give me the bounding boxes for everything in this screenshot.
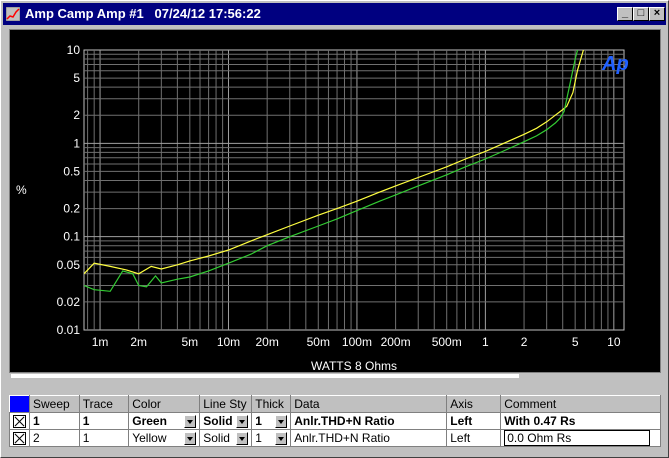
x-tick-label: 10m [217,335,240,349]
line-style-select[interactable]: Solid [199,429,253,447]
y-tick-label: 0.02 [57,295,81,309]
chevron-down-icon[interactable] [184,415,197,429]
legend-row[interactable]: 1 1 Green Solid 1 Anlr.THD+N Ratio Left … [9,412,661,430]
close-button[interactable]: × [649,7,665,21]
color-value: Yellow [132,430,167,445]
x-tick-label: 2m [130,335,147,349]
color-select[interactable]: Green [128,412,201,430]
header-sweep[interactable]: Sweep [29,395,80,413]
close-icon [13,432,26,446]
trace-cell[interactable]: 1 [78,429,130,447]
x-tick-label: 5 [572,335,579,349]
x-tick-label: 2 [521,335,528,349]
x-tick-label: 500m [432,335,462,349]
line-style-value: Solid [203,413,233,428]
y-tick-label: 0.05 [57,258,81,272]
y-tick-label: 10 [67,43,81,57]
sweep-legend-table: Sweep Trace Color Line Sty Thick Data Ax… [9,395,661,447]
comment-cell[interactable]: With 0.47 Rs [500,412,661,430]
thd-chart[interactable]: 1m 2m 5m 10m 20m 50m 100m 200m 500m 1 2 5 10 10 5 2 1 0.5… [10,30,660,372]
scrollbar-thumb[interactable] [11,374,519,378]
line-style-select[interactable]: Solid [199,412,253,430]
header-comment[interactable]: Comment [500,395,661,413]
close-icon [13,415,26,429]
x-tick-label: 200m [381,335,411,349]
select-all-cell[interactable] [9,395,30,413]
graph-window: Amp Camp Amp #1 07/24/12 17:56:22 _ □ × … [0,0,669,458]
comment-cell[interactable]: 0.0 Ohm Rs [500,429,661,447]
x-axis-label: WATTS 8 Ohms [311,359,397,372]
header-color[interactable]: Color [128,395,201,413]
thick-value: 1 [255,430,262,445]
title-bar[interactable]: Amp Camp Amp #1 07/24/12 17:56:22 _ □ × [3,3,666,25]
y-tick-label: 2 [73,108,80,122]
color-value: Green [132,413,167,428]
graph-plot[interactable]: 1m 2m 5m 10m 20m 50m 100m 200m 500m 1 2 5 10 10 5 2 1 0.5… [9,29,661,373]
chevron-down-icon[interactable] [275,432,288,446]
x-tick-label: 1 [482,335,489,349]
thick-select[interactable]: 1 [251,412,292,430]
header-trace[interactable]: Trace [78,395,130,413]
thick-value: 1 [255,413,262,428]
color-select[interactable]: Yellow [128,429,201,447]
y-tick-label: 5 [73,71,80,85]
chevron-down-icon[interactable] [275,415,288,429]
axis-cell[interactable]: Left [446,429,502,447]
header-thick[interactable]: Thick [251,395,292,413]
comment-input[interactable]: 0.0 Ohm Rs [504,430,651,446]
legend-row[interactable]: 2 1 Yellow Solid 1 Anlr.THD+N Ratio Left… [9,429,661,447]
row-enable-checkbox[interactable] [9,412,30,430]
trace-cell[interactable]: 1 [78,412,130,430]
y-tick-label: 0.5 [63,164,80,178]
x-tick-label: 100m [342,335,372,349]
axis-cell[interactable]: Left [446,412,502,430]
y-axis-label: % [16,183,27,197]
header-line-style[interactable]: Line Sty [199,395,253,413]
ap-logo: Ap [601,53,629,75]
chevron-down-icon[interactable] [236,432,249,446]
y-tick-label: 0.01 [57,323,81,337]
y-tick-label: 0.2 [63,202,80,216]
chevron-down-icon[interactable] [184,432,197,446]
minimize-button[interactable]: _ [617,7,633,21]
thick-select[interactable]: 1 [251,429,292,447]
chevron-down-icon[interactable] [236,415,249,429]
header-axis[interactable]: Axis [446,395,502,413]
x-tick-label: 50m [307,335,330,349]
window-title: Amp Camp Amp #1 07/24/12 17:56:22 [25,6,261,21]
line-style-value: Solid [203,430,230,445]
y-tick-label: 1 [73,136,80,150]
row-enable-checkbox[interactable] [9,429,30,447]
horizontal-scrollbar[interactable] [9,374,661,380]
x-tick-label: 1m [92,335,109,349]
header-data[interactable]: Data [290,395,448,413]
x-tick-label: 20m [255,335,278,349]
x-tick-label: 5m [181,335,198,349]
plot-area [83,49,625,331]
y-tick-label: 0.1 [63,230,80,244]
sweep-legend-panel: Sweep Trace Color Line Sty Thick Data Ax… [9,393,661,449]
sweep-cell[interactable]: 2 [29,429,80,447]
data-cell[interactable]: Anlr.THD+N Ratio [290,412,448,430]
sweep-cell[interactable]: 1 [29,412,80,430]
x-tick-label: 10 [607,335,621,349]
data-cell[interactable]: Anlr.THD+N Ratio [290,429,448,447]
maximize-button[interactable]: □ [633,7,649,21]
app-icon [6,7,20,21]
